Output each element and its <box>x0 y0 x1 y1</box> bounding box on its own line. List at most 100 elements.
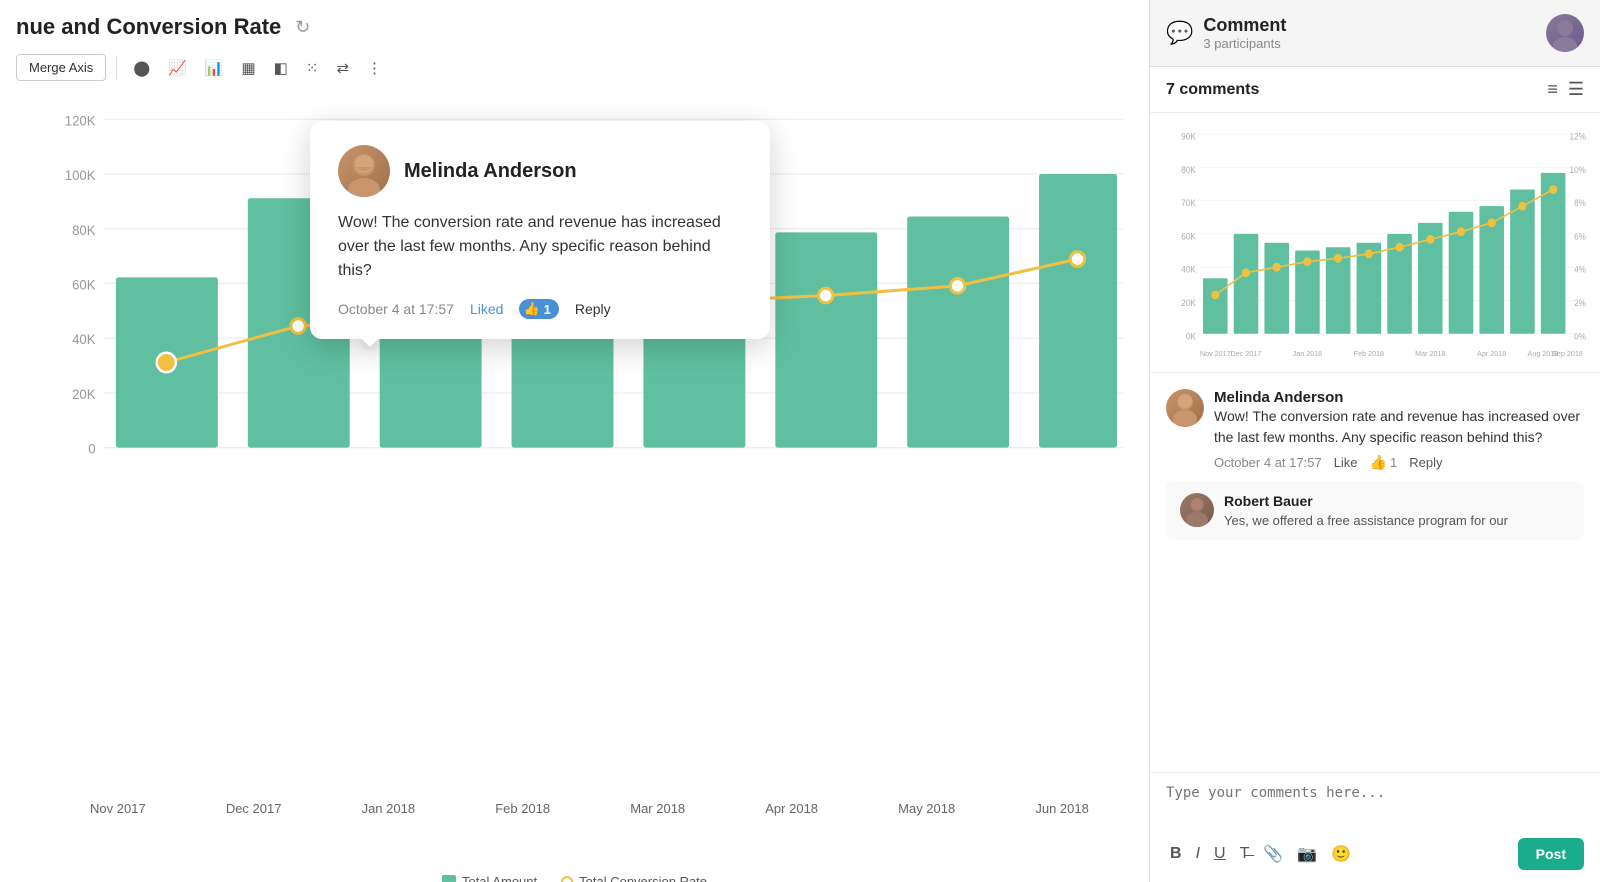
x-label-apr: Apr 2018 <box>765 801 818 816</box>
comments-count-bar: 7 comments ≡ ☰ <box>1150 67 1600 113</box>
post-button[interactable]: Post <box>1518 838 1584 870</box>
chart-type-grouped-bar[interactable]: ▦ <box>235 55 261 81</box>
legend-conversion-label: Total Conversion Rate <box>579 874 707 882</box>
svg-text:Feb 2018: Feb 2018 <box>1354 349 1384 358</box>
format-camera[interactable]: 📷 <box>1293 840 1321 868</box>
legend-amount-label: Total Amount <box>462 874 537 882</box>
comment-toolbar: B I U T̶ 📎 📷 🙂 Post <box>1166 838 1584 870</box>
refresh-icon[interactable]: ↻ <box>295 17 310 38</box>
svg-text:4%: 4% <box>1574 264 1586 274</box>
chart-type-line[interactable]: 📈 <box>162 55 193 81</box>
svg-text:90K: 90K <box>1181 131 1196 141</box>
comment-item: Melinda Anderson Wow! The conversion rat… <box>1166 389 1584 540</box>
chart-type-pie[interactable]: ⬤ <box>127 55 156 81</box>
svg-text:0: 0 <box>88 442 95 457</box>
tooltip-reply-button[interactable]: Reply <box>575 301 611 317</box>
chart-header: nue and Conversion Rate ↻ <box>0 0 1149 50</box>
comment-avatar-melinda <box>1166 389 1204 427</box>
chart-panel: nue and Conversion Rate ↻ Merge Axis ⬤ 📈… <box>0 0 1150 882</box>
panel-title-text: Comment 3 participants <box>1203 15 1286 51</box>
comment-input[interactable] <box>1166 785 1584 825</box>
svg-text:80K: 80K <box>1181 165 1196 175</box>
format-attach[interactable]: 📎 <box>1259 840 1287 868</box>
svg-text:20K: 20K <box>1181 298 1196 308</box>
svg-text:100K: 100K <box>65 168 96 183</box>
reply-author: Robert Bauer <box>1224 493 1570 509</box>
svg-text:60K: 60K <box>1181 231 1196 241</box>
comment-reply-button[interactable]: Reply <box>1409 455 1442 470</box>
svg-text:12%: 12% <box>1570 131 1587 141</box>
format-strikethrough[interactable]: T̶ <box>1236 841 1254 867</box>
legend-conversion-rate: Total Conversion Rate <box>561 874 707 882</box>
x-label-nov: Nov 2017 <box>90 801 146 816</box>
comment-content: Melinda Anderson Wow! The conversion rat… <box>1214 389 1584 471</box>
comment-panel: 💬 Comment 3 participants 7 comments ≡ ☰ <box>1150 0 1600 882</box>
svg-text:Sep 2018: Sep 2018 <box>1552 349 1583 358</box>
x-label-feb: Feb 2018 <box>495 801 550 816</box>
comment-time: October 4 at 17:57 <box>1214 455 1322 470</box>
reply-content: Robert Bauer Yes, we offered a free assi… <box>1224 493 1570 528</box>
panel-subtitle: 3 participants <box>1203 36 1286 51</box>
like-count: 1 <box>544 302 551 317</box>
tooltip-text: Wow! The conversion rate and revenue has… <box>338 211 742 283</box>
like-thumb-icon: 👍 <box>523 301 539 317</box>
panel-title: Comment <box>1203 15 1286 36</box>
align-icon[interactable]: ☰ <box>1568 79 1584 100</box>
format-buttons: B I U T̶ 📎 📷 🙂 <box>1166 840 1355 868</box>
x-label-dec: Dec 2017 <box>226 801 282 816</box>
format-emoji[interactable]: 🙂 <box>1327 840 1355 868</box>
hamburger-icon[interactable]: ≡ <box>1547 79 1558 100</box>
comment-item-header: Melinda Anderson Wow! The conversion rat… <box>1166 389 1584 471</box>
comment-tooltip: Melinda Anderson Wow! The conversion rat… <box>310 121 770 339</box>
svg-text:60K: 60K <box>72 277 96 292</box>
reply-avatar-robert <box>1180 493 1214 527</box>
mini-chart: 12% 10% 8% 6% 4% 2% 0% 90K 80K 70K 60K 4… <box>1150 113 1600 373</box>
tooltip-like-badge: 👍 1 <box>519 299 558 319</box>
format-italic[interactable]: I <box>1192 841 1204 867</box>
legend-conversion-color <box>561 876 573 882</box>
legend-amount-color <box>442 875 456 882</box>
reply-item: Robert Bauer Yes, we offered a free assi… <box>1166 481 1584 540</box>
chart-type-combo[interactable]: ◧ <box>268 55 294 81</box>
svg-text:2%: 2% <box>1574 298 1586 308</box>
format-bold[interactable]: B <box>1166 841 1186 867</box>
comment-like-button[interactable]: Like <box>1334 455 1358 470</box>
panel-title-group: 💬 Comment 3 participants <box>1166 15 1286 51</box>
chart-type-scatter[interactable]: ⁙ <box>300 55 325 81</box>
comments-bar-icons: ≡ ☰ <box>1547 79 1584 100</box>
svg-text:0K: 0K <box>1186 331 1196 341</box>
mini-chart-svg: 12% 10% 8% 6% 4% 2% 0% 90K 80K 70K 60K 4… <box>1160 123 1590 367</box>
tooltip-header: Melinda Anderson <box>338 145 742 197</box>
svg-text:40K: 40K <box>1181 264 1196 274</box>
x-label-may: May 2018 <box>898 801 955 816</box>
x-label-jun: Jun 2018 <box>1035 801 1089 816</box>
svg-text:80K: 80K <box>72 223 96 238</box>
svg-text:Apr 2018: Apr 2018 <box>1477 349 1506 358</box>
svg-text:120K: 120K <box>65 113 96 128</box>
svg-text:70K: 70K <box>1181 198 1196 208</box>
svg-text:8%: 8% <box>1574 198 1586 208</box>
x-label-jan: Jan 2018 <box>362 801 416 816</box>
chart-area: 120K 100K 80K 60K 40K 20K 0 <box>0 91 1149 866</box>
format-underline[interactable]: U <box>1210 841 1230 867</box>
panel-header-right <box>1546 14 1584 52</box>
comment-thumb-icon: 👍 <box>1370 454 1387 471</box>
svg-text:Mar 2018: Mar 2018 <box>1415 349 1445 358</box>
tooltip-liked-button[interactable]: Liked <box>470 301 503 317</box>
comments-list: Melinda Anderson Wow! The conversion rat… <box>1150 373 1600 772</box>
svg-text:0%: 0% <box>1574 331 1586 341</box>
svg-text:Jan 2018: Jan 2018 <box>1293 349 1322 358</box>
comment-text: Wow! The conversion rate and revenue has… <box>1214 406 1584 448</box>
comment-author: Melinda Anderson <box>1214 389 1584 406</box>
svg-text:20K: 20K <box>72 387 96 402</box>
merge-axis-button[interactable]: Merge Axis <box>16 54 106 81</box>
chart-type-flip[interactable]: ⇄ <box>330 55 355 81</box>
tooltip-avatar <box>338 145 390 197</box>
chart-type-bar[interactable]: 📊 <box>199 55 230 81</box>
tooltip-footer: October 4 at 17:57 Liked 👍 1 Reply <box>338 299 742 319</box>
comment-panel-icon: 💬 <box>1166 20 1193 46</box>
svg-text:Nov 2017: Nov 2017 <box>1200 349 1231 358</box>
chart-more-options[interactable]: ⋮ <box>361 55 388 81</box>
svg-text:40K: 40K <box>72 332 96 347</box>
legend-total-amount: Total Amount <box>442 874 537 882</box>
